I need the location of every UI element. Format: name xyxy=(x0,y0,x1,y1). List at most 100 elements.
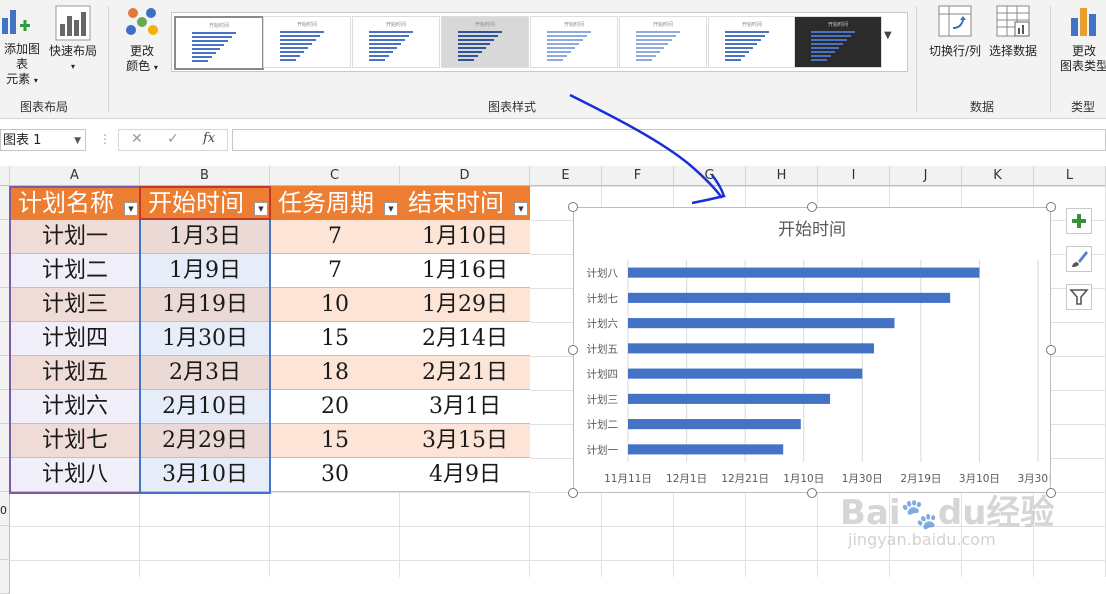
table-cell[interactable]: 计划七 xyxy=(10,424,140,458)
table-cell[interactable]: 20 xyxy=(270,390,400,424)
chart-styles-gallery[interactable]: 开始时间 开始时间 开始时间 开始时间 开始时间 开始时间 开始时间 开始时间 xyxy=(171,12,908,72)
table-cell[interactable]: 2月3日 xyxy=(140,356,270,390)
row-header[interactable] xyxy=(0,186,10,220)
select-all-corner[interactable] xyxy=(0,166,10,186)
table-cell[interactable]: 7 xyxy=(270,220,400,254)
formula-input[interactable] xyxy=(232,129,1106,151)
table-header-cell[interactable]: 开始时间 xyxy=(140,186,270,220)
switch-row-column-button[interactable]: 切换行/列 xyxy=(926,4,984,59)
chart-style-1[interactable]: 开始时间 xyxy=(174,16,264,70)
row-header[interactable] xyxy=(0,220,10,254)
chart-style-4[interactable]: 开始时间 xyxy=(441,16,529,68)
table-cell[interactable]: 10 xyxy=(270,288,400,322)
table-cell[interactable]: 3月10日 xyxy=(140,458,270,492)
table-cell[interactable]: 30 xyxy=(270,458,400,492)
resize-handle[interactable] xyxy=(807,488,817,498)
table-cell[interactable]: 3月1日 xyxy=(400,390,530,424)
row-header[interactable] xyxy=(0,560,10,594)
table-cell[interactable]: 计划一 xyxy=(10,220,140,254)
table-cell[interactable]: 1月3日 xyxy=(140,220,270,254)
column-header-b[interactable]: B xyxy=(140,166,270,186)
column-header-k[interactable]: K xyxy=(962,166,1034,186)
row-header[interactable] xyxy=(0,424,10,458)
quick-layout-button[interactable]: 快速布局 ▾ xyxy=(46,4,100,74)
chart-elements-button[interactable] xyxy=(1066,208,1092,234)
chart-object[interactable]: 开始时间 11月11日 12月1日 12月21日 1月10日 1月30日 2月19日 3月10… xyxy=(573,207,1051,493)
insert-function-icon[interactable]: fx xyxy=(203,131,215,146)
row-header[interactable] xyxy=(0,288,10,322)
table-cell[interactable]: 2月14日 xyxy=(400,322,530,356)
table-cell[interactable]: 1月16日 xyxy=(400,254,530,288)
filter-dropdown-icon[interactable]: ▼ xyxy=(514,202,528,216)
filter-dropdown-icon[interactable]: ▼ xyxy=(124,202,138,216)
change-colors-button[interactable]: 更改 颜色 ▾ xyxy=(116,4,168,75)
table-cell[interactable]: 4月9日 xyxy=(400,458,530,492)
table-cell[interactable]: 3月15日 xyxy=(400,424,530,458)
cancel-icon[interactable]: ✕ xyxy=(131,131,143,147)
name-box[interactable]: 图表 1 ▼ xyxy=(0,129,86,151)
chart-style-5[interactable]: 开始时间 xyxy=(530,16,618,68)
add-chart-element-button[interactable]: 添加图表 元素 ▾ xyxy=(0,4,44,88)
table-cell[interactable]: 1月10日 xyxy=(400,220,530,254)
table-cell[interactable]: 1月29日 xyxy=(400,288,530,322)
table-cell[interactable]: 15 xyxy=(270,322,400,356)
table-cell[interactable]: 计划四 xyxy=(10,322,140,356)
table-cell[interactable]: 计划三 xyxy=(10,288,140,322)
chart-style-6[interactable]: 开始时间 xyxy=(619,16,707,68)
column-header-e[interactable]: E xyxy=(530,166,602,186)
row-header[interactable] xyxy=(0,390,10,424)
table-cell[interactable]: 18 xyxy=(270,356,400,390)
table-header-cell[interactable]: 计划名称 xyxy=(10,186,140,220)
table-cell[interactable]: 计划五 xyxy=(10,356,140,390)
column-header-a[interactable]: A xyxy=(10,166,140,186)
table-cell[interactable]: 计划二 xyxy=(10,254,140,288)
chart-filters-button[interactable] xyxy=(1066,284,1092,310)
column-header-g[interactable]: G xyxy=(674,166,746,186)
chart-style-7[interactable]: 开始时间 xyxy=(708,16,796,68)
table-header-cell[interactable]: 结束时间 xyxy=(400,186,530,220)
column-header-h[interactable]: H xyxy=(746,166,818,186)
style-thumb-bar xyxy=(547,39,583,41)
column-header-i[interactable]: I xyxy=(818,166,890,186)
confirm-icon[interactable]: ✓ xyxy=(167,131,179,147)
gallery-more-icon[interactable]: ▼ xyxy=(884,30,892,41)
row-header[interactable] xyxy=(0,322,10,356)
resize-handle[interactable] xyxy=(568,202,578,212)
table-cell[interactable]: 1月19日 xyxy=(140,288,270,322)
change-chart-type-button[interactable]: 更改 图表类型 xyxy=(1056,4,1106,74)
chart-style-3[interactable]: 开始时间 xyxy=(352,16,440,68)
row-header[interactable] xyxy=(0,254,10,288)
table-cell[interactable]: 1月30日 xyxy=(140,322,270,356)
table-cell[interactable]: 计划六 xyxy=(10,390,140,424)
column-header-j[interactable]: J xyxy=(890,166,962,186)
table-cell[interactable]: 2月10日 xyxy=(140,390,270,424)
table-cell[interactable]: 7 xyxy=(270,254,400,288)
column-header-l[interactable]: L xyxy=(1034,166,1106,186)
chevron-down-icon[interactable]: ▼ xyxy=(74,130,81,152)
column-header-d[interactable]: D xyxy=(400,166,530,186)
style-thumb-bar xyxy=(636,51,660,53)
row-header[interactable] xyxy=(0,356,10,390)
filter-dropdown-icon[interactable]: ▼ xyxy=(384,202,398,216)
column-header-f[interactable]: F xyxy=(602,166,674,186)
row-header[interactable] xyxy=(0,458,10,492)
chart-style-2[interactable]: 开始时间 xyxy=(263,16,351,68)
row-header[interactable] xyxy=(0,526,10,560)
resize-handle[interactable] xyxy=(1046,202,1056,212)
resize-handle[interactable] xyxy=(807,202,817,212)
chart-styles-button[interactable] xyxy=(1066,246,1092,272)
table-cell[interactable]: 1月9日 xyxy=(140,254,270,288)
column-header-c[interactable]: C xyxy=(270,166,400,186)
filter-dropdown-icon[interactable]: ▼ xyxy=(254,202,268,216)
chart-style-8[interactable]: 开始时间 xyxy=(794,16,882,68)
start-time-bar-chart[interactable]: 开始时间 11月11日 12月1日 12月21日 1月10日 1月30日 2月19日 3月10… xyxy=(574,208,1051,492)
table-cell[interactable]: 2月29日 xyxy=(140,424,270,458)
resize-handle[interactable] xyxy=(568,345,578,355)
table-cell[interactable]: 计划八 xyxy=(10,458,140,492)
resize-handle[interactable] xyxy=(1046,345,1056,355)
resize-handle[interactable] xyxy=(568,488,578,498)
table-cell[interactable]: 15 xyxy=(270,424,400,458)
table-header-cell[interactable]: 任务周期 xyxy=(270,186,400,220)
select-data-button[interactable]: 选择数据 xyxy=(986,4,1040,59)
table-cell[interactable]: 2月21日 xyxy=(400,356,530,390)
